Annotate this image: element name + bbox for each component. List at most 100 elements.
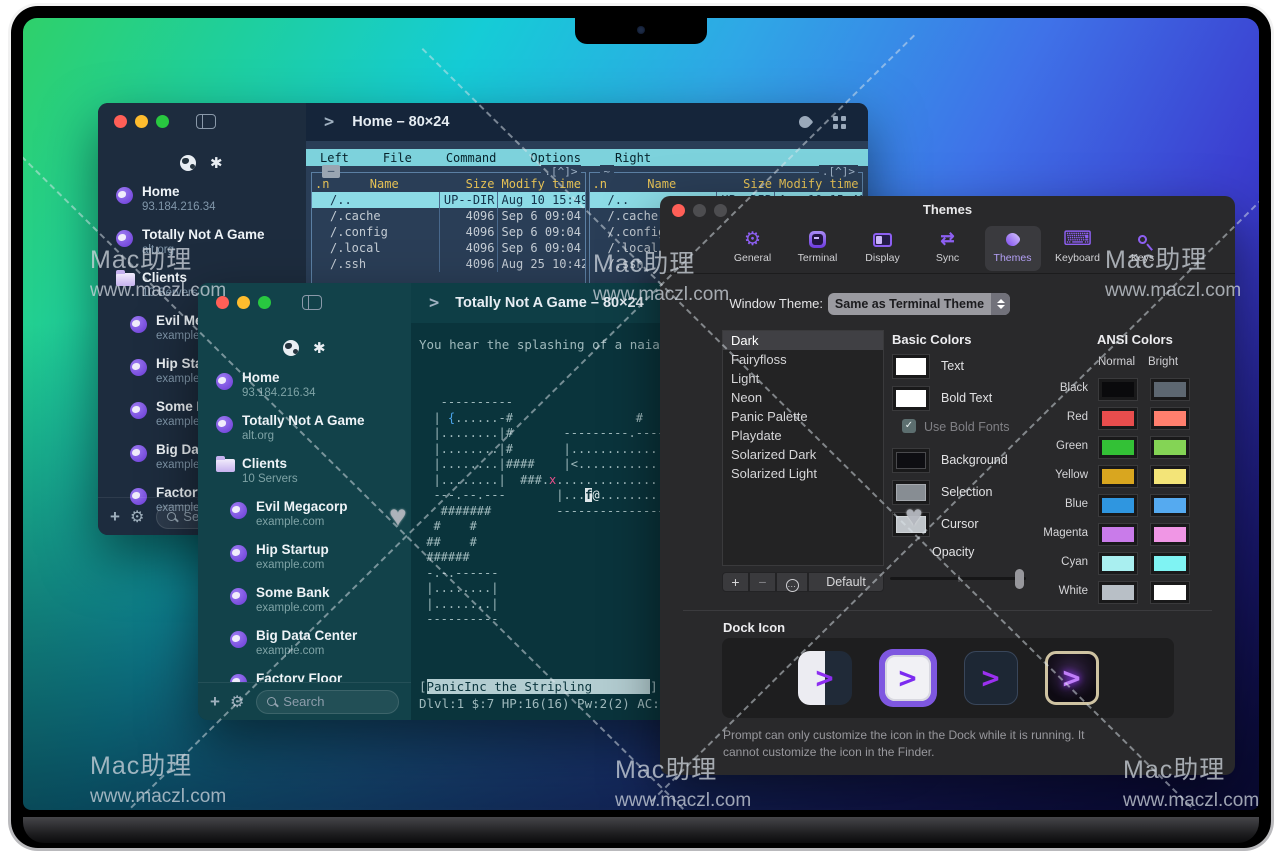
search-field[interactable]: Search: [256, 690, 399, 714]
mc-menu-file[interactable]: File: [383, 151, 412, 165]
tab-terminal[interactable]: Terminal: [790, 226, 846, 271]
theme-list-item[interactable]: Solarized Dark: [723, 445, 883, 464]
opacity-slider[interactable]: [890, 577, 1026, 580]
sidebar-toggle-icon[interactable]: [196, 114, 216, 129]
ansi-bright-swatch[interactable]: [1150, 407, 1190, 430]
server-item[interactable]: Hip Startupexample.com: [198, 539, 411, 582]
ansi-normal-swatch[interactable]: [1098, 581, 1138, 604]
mc-menu-right[interactable]: Right: [615, 151, 651, 165]
window-theme-popup[interactable]: Same as Terminal Theme: [828, 293, 1010, 315]
mc-file-row[interactable]: /.config4096Sep 6 09:04: [312, 224, 585, 240]
server-item[interactable]: Big Data Centerexample.com: [198, 625, 411, 668]
ansi-bright-swatch[interactable]: [1150, 494, 1190, 517]
themes-titlebar[interactable]: Themes: [660, 196, 1235, 223]
mc-menu-left[interactable]: Left: [320, 151, 349, 165]
ansi-normal-swatch[interactable]: [1098, 523, 1138, 546]
server-item[interactable]: Evil Megacorpexample.com: [198, 496, 411, 539]
selection-color-well[interactable]: [892, 480, 930, 505]
panes-icon[interactable]: [833, 116, 846, 129]
dock-icon-dark[interactable]: >: [964, 651, 1018, 705]
server-item[interactable]: Clients10 Servers: [198, 453, 411, 496]
basic-colors-heading: Basic Colors: [892, 332, 971, 347]
ansi-normal-swatch[interactable]: [1098, 552, 1138, 575]
server-item[interactable]: Home93.184.216.34: [98, 181, 306, 224]
theme-list-item[interactable]: Panic Palette: [723, 407, 883, 426]
ansi-bright-swatch[interactable]: [1150, 378, 1190, 401]
server-item[interactable]: Some Bankexample.com: [198, 582, 411, 625]
dock-icon-split[interactable]: >: [798, 651, 852, 705]
server-item[interactable]: Home93.184.216.34: [198, 367, 411, 410]
globe-icon[interactable]: [180, 155, 196, 171]
mc-file-row[interactable]: /..UP--DIRAug 10 15:49: [312, 192, 585, 208]
use-bold-fonts-checkbox[interactable]: ✓: [902, 419, 916, 433]
ansi-normal-swatch[interactable]: [1098, 378, 1138, 401]
mc-menu-options[interactable]: Options: [530, 151, 581, 165]
home-titlebar[interactable]: > Home – 80×24: [306, 103, 868, 141]
tab-sync[interactable]: Sync: [920, 226, 976, 271]
dock-icon-retro[interactable]: >: [1045, 651, 1099, 705]
globe-icon[interactable]: [283, 340, 299, 356]
ansi-normal-swatch[interactable]: [1098, 436, 1138, 459]
ansi-bright-swatch[interactable]: [1150, 552, 1190, 575]
ansi-row-label: Magenta: [1028, 527, 1088, 539]
gear-icon[interactable]: ⚙: [230, 692, 244, 712]
remove-theme-button[interactable]: −: [749, 572, 776, 592]
add-server-button[interactable]: +: [110, 507, 120, 527]
default-button[interactable]: Default: [808, 572, 884, 592]
theme-list-item[interactable]: Solarized Light: [723, 464, 883, 483]
preferences-toolbar: GeneralTerminalDisplaySyncThemesKeyboard…: [660, 226, 1235, 274]
tab-themes[interactable]: Themes: [985, 226, 1041, 271]
theme-list-item[interactable]: Dark: [723, 331, 883, 350]
ansi-bright-swatch[interactable]: [1150, 523, 1190, 546]
mc-file-row[interactable]: /.local4096Sep 6 09:04: [312, 240, 585, 256]
zoom-button[interactable]: [156, 115, 169, 128]
add-server-button[interactable]: +: [210, 692, 220, 712]
ansi-normal-swatch[interactable]: [1098, 407, 1138, 430]
tab-display[interactable]: Display: [855, 226, 911, 271]
background-color-well[interactable]: [892, 448, 930, 473]
bold-text-color-label: Bold Text: [941, 391, 992, 405]
gear-icon[interactable]: ⚙: [130, 507, 144, 527]
ansi-row-label: Red: [1028, 411, 1088, 423]
dock-icon-light[interactable]: >: [885, 655, 931, 701]
asterisk-icon[interactable]: ✱: [313, 341, 326, 356]
mc-file-row[interactable]: /.ssh4096Aug 25 10:42: [312, 256, 585, 272]
ansi-bright-swatch[interactable]: [1150, 465, 1190, 488]
bold-text-color-well[interactable]: [892, 386, 930, 411]
theme-drop-icon[interactable]: [797, 114, 814, 131]
text-color-well[interactable]: [892, 354, 930, 379]
minimize-button[interactable]: [237, 296, 250, 309]
cursor-color-well[interactable]: [892, 512, 930, 537]
tab-keys[interactable]: Keys: [1115, 226, 1171, 271]
ansi-bright-swatch[interactable]: [1150, 581, 1190, 604]
server-item[interactable]: Totally Not A Gamealt.org: [198, 410, 411, 453]
ansi-normal-swatch[interactable]: [1098, 465, 1138, 488]
file-modify-time: Sep 6 09:04: [497, 208, 585, 224]
mc-file-row[interactable]: /.cache4096Sep 6 09:04: [312, 208, 585, 224]
more-options-button[interactable]: …: [776, 572, 808, 592]
terminal-icon: [809, 231, 826, 248]
slider-thumb[interactable]: [1015, 569, 1024, 589]
zoom-button[interactable]: [258, 296, 271, 309]
close-button[interactable]: [216, 296, 229, 309]
add-theme-button[interactable]: +: [722, 572, 749, 592]
asterisk-icon[interactable]: ✱: [210, 156, 223, 171]
theme-list-item[interactable]: Playdate: [723, 426, 883, 445]
close-button[interactable]: [114, 115, 127, 128]
sidebar-toggle-icon[interactable]: [302, 295, 322, 310]
minimize-button[interactable]: [135, 115, 148, 128]
server-item[interactable]: Totally Not A Gamealt.org: [98, 224, 306, 267]
file-modify-time: Aug 25 10:42: [497, 256, 585, 272]
theme-list-item[interactable]: Fairyfloss: [723, 350, 883, 369]
mc-menu-command[interactable]: Command: [446, 151, 497, 165]
theme-list-item[interactable]: Neon: [723, 388, 883, 407]
theme-list-item[interactable]: Light: [723, 369, 883, 388]
ansi-normal-swatch[interactable]: [1098, 494, 1138, 517]
tab-keyboard[interactable]: Keyboard: [1050, 226, 1106, 271]
file-modify-time: Aug 10 15:49: [497, 192, 585, 208]
ansi-row-label: Yellow: [1028, 469, 1088, 481]
mc-minibox[interactable]: –: [322, 165, 340, 178]
ansi-bright-swatch[interactable]: [1150, 436, 1190, 459]
mc-menubar[interactable]: Left File Command Options Right: [306, 149, 868, 166]
tab-general[interactable]: General: [725, 226, 781, 271]
